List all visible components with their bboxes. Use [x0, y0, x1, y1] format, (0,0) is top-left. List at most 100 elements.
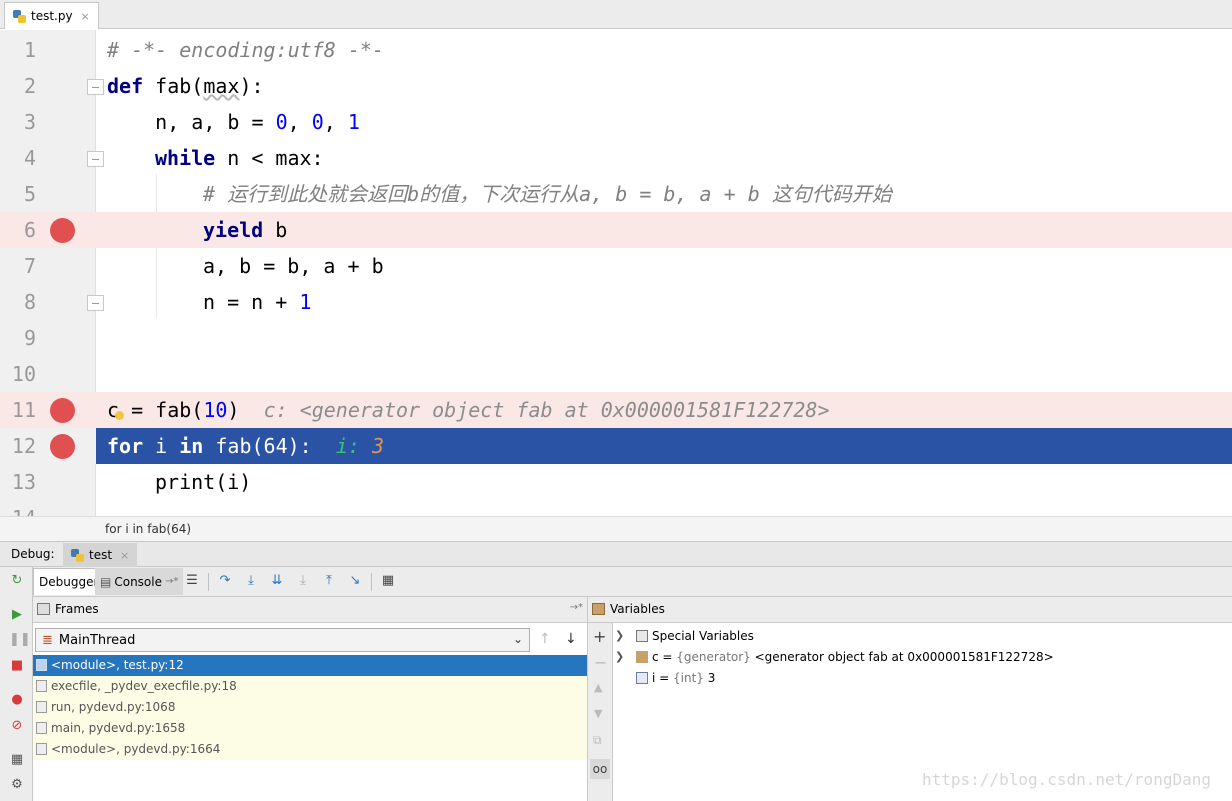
code-line[interactable]: 2 def fab(max):	[0, 68, 1232, 104]
tab-console[interactable]: ▤ Console →*	[95, 568, 184, 595]
frame-icon	[36, 701, 47, 713]
frame-icon	[36, 743, 47, 755]
evaluate-expression-icon[interactable]: ▦	[380, 573, 396, 589]
show-execution-point-icon[interactable]: ☰	[184, 573, 200, 589]
pause-icon[interactable]: ❚❚	[9, 632, 31, 648]
frames-title: Frames	[55, 602, 99, 616]
force-step-into-icon[interactable]: ⤓	[295, 573, 311, 589]
breadcrumb-item[interactable]: for i in fab(64)	[105, 522, 191, 536]
frame-row[interactable]: <module>, test.py:12	[33, 655, 587, 676]
close-icon[interactable]: ×	[120, 549, 129, 562]
step-into-icon[interactable]: ⤓	[243, 573, 259, 589]
keyword: for	[107, 434, 144, 458]
frame-label: execfile, _pydev_execfile.py:18	[51, 679, 237, 693]
number-literal: 0	[311, 110, 324, 134]
variable-text: i = {int} 3	[652, 668, 715, 688]
line-number: 7	[23, 254, 36, 278]
chevron-right-icon[interactable]: ❯	[615, 647, 624, 667]
fold-marker-icon[interactable]	[87, 295, 104, 311]
code-token: fab(64):	[203, 434, 312, 458]
variable-name: c =	[652, 650, 677, 664]
variable-value: 3	[703, 671, 716, 685]
tab-debugger-label: Debugger	[39, 575, 99, 589]
code-line-breakpoint[interactable]: 6 yield b	[0, 212, 1232, 248]
code-line[interactable]: 3 n, a, b = 0, 0, 1	[0, 104, 1232, 140]
run-config-tab[interactable]: test ×	[63, 543, 138, 567]
code-line[interactable]: 4 while n < max:	[0, 140, 1232, 176]
line-number: 8	[23, 290, 36, 314]
frame-label: <module>, pydevd.py:1664	[51, 742, 221, 756]
mute-breakpoints-icon[interactable]: ⊘	[9, 718, 25, 734]
move-down-icon[interactable]: ▼	[594, 707, 602, 720]
breakpoint-icon[interactable]	[50, 434, 75, 459]
step-over-icon[interactable]: ↷	[217, 573, 233, 589]
inline-debug-value: 3	[371, 434, 384, 458]
resume-icon[interactable]: ▶	[9, 607, 25, 623]
variable-type: {generator}	[676, 650, 751, 664]
frame-row[interactable]: execfile, _pydev_execfile.py:18	[33, 676, 587, 697]
frame-up-icon[interactable]: ↑	[539, 631, 551, 647]
code-line-breakpoint[interactable]: 11 c = fab(10) c: <generator object fab …	[0, 392, 1232, 428]
code-editor[interactable]: 1 # -*- encoding:utf8 -*- 2 def fab(max)…	[0, 30, 1232, 516]
breadcrumb[interactable]: for i in fab(64)	[0, 516, 1232, 541]
keyword: yield	[203, 218, 264, 242]
variable-label: Special Variables	[652, 629, 754, 643]
rerun-icon[interactable]: ↻	[9, 573, 25, 589]
keyword: def	[107, 74, 144, 98]
code-line-current[interactable]: 12 for i in fab(64): i: 3	[0, 428, 1232, 464]
frames-panel: Frames →* ≣ MainThread ⌄ ↑ ↓ <module>, t…	[33, 597, 588, 801]
editor-tab-test-py[interactable]: test.py ×	[4, 2, 99, 29]
frame-row[interactable]: run, pydevd.py:1068	[33, 697, 587, 718]
chevron-right-icon[interactable]: ❯	[615, 626, 624, 646]
code-token: )	[227, 398, 240, 422]
step-into-my-code-icon[interactable]: ⇊	[269, 573, 285, 589]
code-line[interactable]: 7 a, b = b, a + b	[0, 248, 1232, 284]
close-icon[interactable]: ×	[81, 10, 90, 23]
line-number: 2	[23, 74, 36, 98]
console-icon: ▤	[100, 574, 112, 589]
step-out-icon[interactable]: ⤒	[321, 573, 337, 589]
line-number: 12	[11, 434, 36, 458]
breakpoint-icon[interactable]	[50, 218, 75, 243]
copy-icon[interactable]: ⧉	[593, 733, 602, 748]
fold-marker-icon[interactable]	[87, 79, 104, 95]
code-comment: # 运行到此处就会返回b的值，下次运行从a, b = b, a + b 这句代码…	[203, 182, 892, 206]
inline-debug-value: c: <generator object fab at 0x000001581F…	[263, 398, 830, 422]
pin-icon[interactable]: →*	[570, 602, 583, 613]
frame-row[interactable]: main, pydevd.py:1658	[33, 718, 587, 739]
lightbulb-icon[interactable]	[115, 411, 124, 420]
code-line[interactable]: 14	[0, 500, 1232, 516]
code-line[interactable]: 1 # -*- encoding:utf8 -*-	[0, 32, 1232, 68]
frame-label: <module>, test.py:12	[51, 658, 184, 672]
thread-select[interactable]: ≣ MainThread ⌄	[35, 628, 530, 652]
editor-tab-label: test.py	[31, 9, 73, 23]
move-up-icon[interactable]: ▲	[594, 681, 602, 694]
run-to-cursor-icon[interactable]: ↘	[347, 573, 363, 589]
code-line[interactable]: 8 n = n + 1	[0, 284, 1232, 320]
code-text: print(i)	[155, 470, 252, 494]
layout-icon[interactable]: ▦	[9, 752, 25, 768]
tab-debugger[interactable]: Debugger	[33, 568, 105, 595]
code-line[interactable]: 5 # 运行到此处就会返回b的值，下次运行从a, b = b, a + b 这句…	[0, 176, 1232, 212]
code-line[interactable]: 10	[0, 356, 1232, 392]
frame-label: run, pydevd.py:1068	[51, 700, 176, 714]
fold-marker-icon[interactable]	[87, 151, 104, 167]
line-number: 13	[11, 470, 36, 494]
view-breakpoints-icon[interactable]: ●	[9, 692, 25, 708]
stop-icon[interactable]: ■	[9, 658, 25, 674]
variable-name: i =	[652, 671, 674, 685]
breakpoint-icon[interactable]	[50, 398, 75, 423]
remove-watch-icon[interactable]: −	[594, 653, 607, 672]
code-line[interactable]: 13 print(i)	[0, 464, 1232, 500]
add-watch-icon[interactable]: +	[593, 627, 606, 646]
debug-title: Debug:	[11, 547, 55, 561]
frame-row[interactable]: <module>, pydevd.py:1664	[33, 739, 587, 760]
editor-tab-bar: test.py ×	[0, 0, 1232, 29]
line-number: 9	[23, 326, 36, 350]
settings-gear-icon[interactable]: ⚙	[9, 777, 25, 793]
variables-side-toolbar: + − ▲ ▼ ⧉ oo	[588, 623, 613, 801]
show-watches-icon[interactable]: oo	[590, 759, 610, 779]
thread-icon: ≣	[42, 632, 53, 648]
code-line[interactable]: 9	[0, 320, 1232, 356]
frame-down-icon[interactable]: ↓	[565, 631, 577, 647]
